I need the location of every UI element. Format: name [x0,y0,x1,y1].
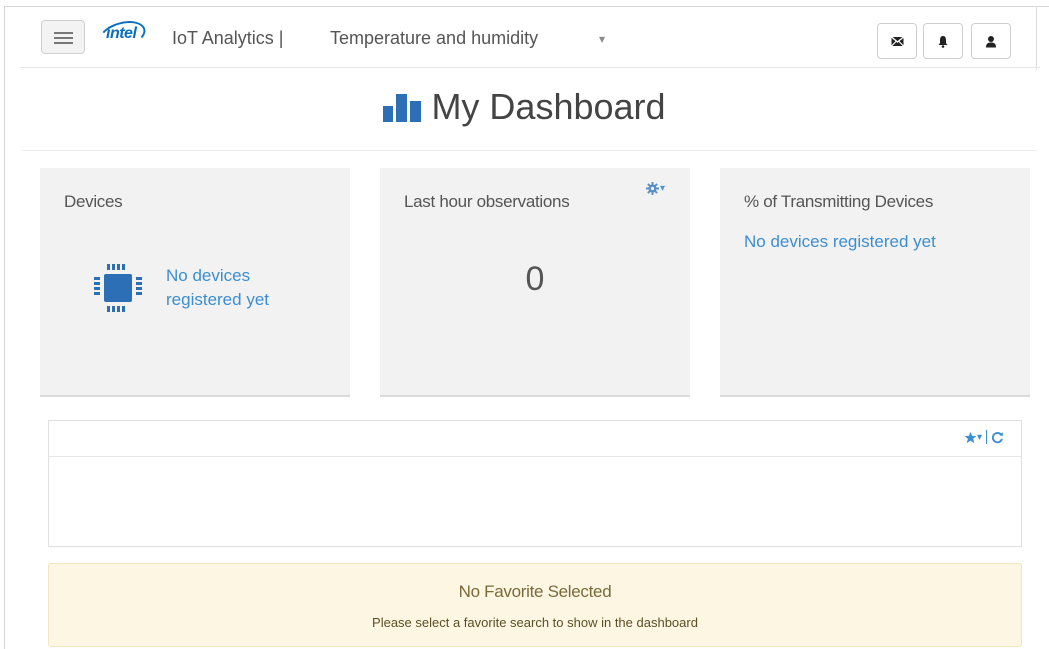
intel-logo[interactable]: intel [96,16,149,54]
title-divider [22,150,1037,151]
bell-icon [938,35,948,48]
account-selector[interactable]: Temperature and humidity [330,28,538,49]
no-devices-link[interactable]: No devices registered yet [166,264,316,312]
observations-panel-title: Last hour observations [404,192,570,211]
refresh-icon[interactable] [991,431,1004,444]
observations-settings-button[interactable]: ▾ [646,182,665,195]
chip-icon [94,264,142,312]
favorite-search-header: ▾ [49,421,1021,457]
alert-message: Please select a favorite search to show … [372,615,698,630]
page-title: My Dashboard [383,86,666,128]
notifications-button[interactable] [923,23,963,59]
chevron-down-icon[interactable]: ▾ [599,32,605,46]
dashboard-header: My Dashboard [0,86,1049,128]
no-favorite-alert: No Favorite Selected Please select a fav… [48,563,1022,647]
tool-divider [986,430,988,444]
star-icon [964,431,977,443]
bar-chart-icon [383,94,422,122]
page-title-text: My Dashboard [431,86,666,127]
app-title: IoT Analytics | [172,28,284,48]
hamburger-icon-line [54,42,73,44]
devices-panel-title: Devices [64,192,123,211]
favorite-dropdown-button[interactable]: ▾ [964,431,982,444]
logo-text: intel [106,25,137,42]
transmitting-panel: % of Transmitting Devices No devices reg… [720,168,1030,397]
hamburger-icon-line [54,32,73,34]
transmitting-panel-title: % of Transmitting Devices [744,192,934,211]
gear-icon [646,182,659,195]
chevron-down-icon: ▾ [660,183,666,194]
hamburger-icon-line [54,37,73,39]
messages-button[interactable] [877,23,917,59]
observation-count: 0 [525,260,545,298]
observations-panel: Last hour observations ▾ 0 [380,168,690,397]
user-button[interactable] [971,23,1011,59]
alert-title: No Favorite Selected [458,582,612,601]
user-icon [986,35,996,47]
favorite-search-tools: ▾ [964,430,1004,444]
top-navbar: intel IoT Analytics | Temperature and hu… [20,14,1040,68]
menu-button[interactable] [41,20,85,54]
favorite-search-panel: ▾ [48,420,1022,547]
chevron-down-icon: ▾ [977,431,983,443]
envelope-icon [890,35,904,46]
devices-panel: Devices No devices registered yet [40,168,350,397]
no-devices-link[interactable]: No devices registered yet [744,232,936,252]
